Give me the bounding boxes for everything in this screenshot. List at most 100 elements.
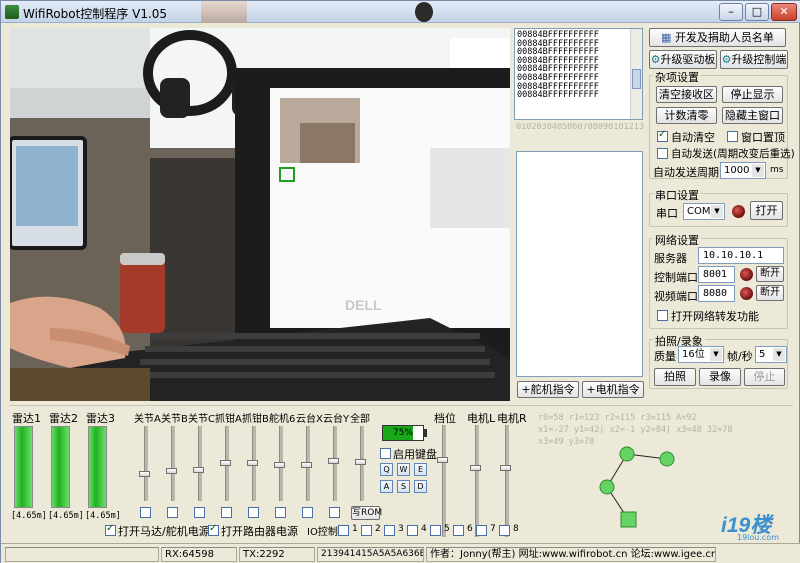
write-rom-button[interactable]: 写ROM — [351, 506, 382, 520]
photo-button[interactable]: 拍照 — [654, 368, 696, 386]
router-power-checkbox[interactable] — [208, 523, 219, 536]
record-button[interactable]: 录像 — [699, 368, 741, 386]
video-port-label: 视频端口 — [654, 290, 698, 303]
motor-r-slider-thumb[interactable] — [500, 465, 511, 471]
stop-display-button[interactable]: 停止显示 — [722, 86, 783, 103]
window-top-checkbox[interactable] — [727, 131, 738, 142]
auto-clear-checkbox[interactable] — [657, 129, 668, 142]
developers-button[interactable]: ▦ 开发及捐助人员名单 — [649, 28, 786, 47]
slider-enable-checkbox[interactable] — [140, 507, 151, 518]
slider-track[interactable] — [171, 426, 175, 501]
io-control-label: IO控制 — [307, 527, 338, 538]
io-label: 4 — [421, 524, 427, 534]
video-port-input[interactable]: 8080 — [698, 285, 735, 302]
slider-thumb[interactable] — [355, 459, 366, 465]
clear-count-button[interactable]: 计数清零 — [656, 107, 717, 124]
developers-label: 开发及捐助人员名单 — [674, 31, 774, 44]
slider-enable-checkbox[interactable] — [329, 507, 340, 518]
slider-thumb[interactable] — [301, 462, 312, 468]
io-checkbox-7[interactable] — [476, 525, 487, 536]
io-checkbox-5[interactable] — [430, 525, 441, 536]
io-checkbox-4[interactable] — [407, 525, 418, 536]
slider-thumb[interactable] — [220, 460, 231, 466]
slider-track[interactable] — [144, 426, 148, 501]
server-input[interactable]: 10.10.10.1 — [698, 247, 784, 264]
upgrade-driver-button[interactable]: ⚙升级驱动板 — [649, 50, 717, 69]
taskbar-avatar — [201, 1, 433, 23]
hide-main-window-button[interactable]: 隐藏主窗口 — [722, 107, 783, 124]
motor-l-slider-track[interactable] — [475, 425, 479, 537]
minimize-button[interactable]: – — [719, 3, 743, 21]
slider-enable-checkbox[interactable] — [248, 507, 259, 518]
io-checkbox-6[interactable] — [453, 525, 464, 536]
slider-track[interactable] — [198, 426, 202, 501]
status-bar: RX:64598 TX:2292 213941415A5A5A636E 作者：J… — [1, 543, 800, 563]
status-code: 213941415A5A5A636E — [317, 547, 424, 562]
key-q-button[interactable]: Q — [380, 463, 393, 476]
close-button[interactable]: ✕ — [771, 3, 797, 21]
upgrade-controller-button[interactable]: ⚙升级控制端 — [720, 50, 788, 69]
io-label: 5 — [444, 524, 450, 534]
key-d-button[interactable]: D — [414, 480, 427, 493]
video-disconnect-button[interactable]: 断开 — [756, 285, 784, 301]
slider-enable-checkbox[interactable] — [194, 507, 205, 518]
key-e-button[interactable]: E — [414, 463, 427, 476]
slider-enable-checkbox[interactable] — [167, 507, 178, 518]
serial-settings-title: 串口设置 — [653, 187, 701, 203]
io-checkbox-2[interactable] — [361, 525, 372, 536]
slider-thumb[interactable] — [247, 460, 258, 466]
io-checkbox-8[interactable] — [499, 525, 510, 536]
enable-keyboard-checkbox[interactable] — [380, 448, 391, 459]
slider-thumb[interactable] — [328, 458, 339, 464]
serial-open-button[interactable]: 打开 — [750, 201, 783, 220]
send-area[interactable] — [516, 151, 643, 377]
slider-enable-checkbox[interactable] — [221, 507, 232, 518]
radar-value: [4.65m] — [48, 511, 84, 521]
arm-joint-1 — [599, 479, 615, 495]
stop-record-button[interactable]: 停止 — [744, 368, 785, 386]
receive-log[interactable]: 00884BFFFFFFFFFF 00884BFFFFFFFFFF 00884BFF… — [514, 28, 643, 120]
slider-enable-checkbox[interactable] — [275, 507, 286, 518]
slider-thumb[interactable] — [193, 467, 204, 473]
key-w-button[interactable]: W — [397, 463, 410, 476]
fps-select[interactable]: 5 ▼ — [755, 346, 787, 363]
maximize-button[interactable]: □ — [745, 3, 769, 21]
slider-enable-checkbox[interactable] — [302, 507, 313, 518]
motor-r-slider-track[interactable] — [505, 425, 509, 537]
io-checkbox-3[interactable] — [384, 525, 395, 536]
motor-command-button[interactable]: +电机指令 — [582, 381, 644, 398]
receive-log-scrollbar[interactable] — [630, 29, 642, 119]
main-window: WifiRobot控制程序 V1.05 – □ ✕ DELL 00884BFFF… — [0, 0, 800, 563]
arm-base — [620, 511, 637, 528]
scrollbar-thumb[interactable] — [632, 69, 641, 89]
motor-r-label: 电机R — [497, 412, 527, 425]
network-forward-checkbox[interactable] — [657, 310, 668, 321]
io-checkbox-1[interactable] — [338, 525, 349, 536]
control-port-input[interactable]: 8001 — [698, 266, 735, 283]
clear-receive-button[interactable]: 清空接收区 — [656, 86, 717, 103]
slider-thumb[interactable] — [139, 471, 150, 477]
gear-slider-track[interactable] — [442, 425, 446, 537]
auto-send-period-select[interactable]: 1000 ▼ — [720, 162, 766, 179]
quality-select[interactable]: 16位 ▼ — [678, 346, 724, 363]
avatar-face — [415, 2, 433, 22]
gear-slider-thumb[interactable] — [437, 457, 448, 463]
camera-video-feed[interactable]: DELL — [10, 28, 510, 401]
control-disconnect-button[interactable]: 断开 — [756, 266, 784, 282]
control-port-label: 控制端口 — [654, 271, 698, 284]
receive-log-lines: 00884BFFFFFFFFFF 00884BFFFFFFFFFF 00884BFF… — [517, 31, 599, 100]
auto-send-checkbox[interactable] — [657, 148, 668, 159]
slider-thumb[interactable] — [274, 462, 285, 468]
telemetry-line-1: r0=58 r1=123 r2=115 r3=115 A=92 — [538, 413, 697, 423]
key-s-button[interactable]: S — [397, 480, 410, 493]
key-a-button[interactable]: A — [380, 480, 393, 493]
io-label: 2 — [375, 524, 381, 534]
radar-bar-fill — [15, 427, 32, 507]
ms-unit-label: ms — [770, 165, 784, 175]
serial-port-select[interactable]: COM1 ▼ — [683, 203, 725, 220]
slider-thumb[interactable] — [166, 468, 177, 474]
motor-l-slider-thumb[interactable] — [470, 465, 481, 471]
chevron-down-icon: ▼ — [711, 205, 723, 218]
servo-command-button[interactable]: +舵机指令 — [517, 381, 579, 398]
motor-servo-power-checkbox[interactable] — [105, 523, 116, 536]
